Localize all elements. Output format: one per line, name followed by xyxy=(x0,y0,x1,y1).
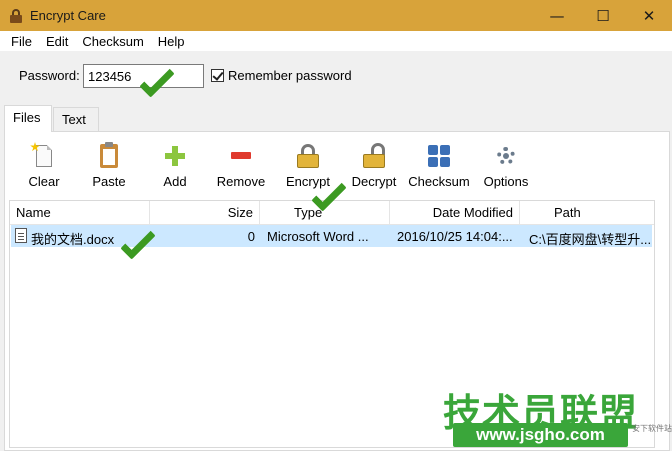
file-path: C:\百度网盘\转型升... xyxy=(529,232,651,247)
options-label: Options xyxy=(483,174,529,189)
unlock-icon xyxy=(360,142,388,170)
file-date-modified: 2016/10/25 14:04:... xyxy=(397,229,513,244)
remove-label: Remove xyxy=(216,174,266,189)
file-size: 0 xyxy=(247,229,255,244)
menu-help[interactable]: Help xyxy=(151,34,192,49)
password-label: Password: xyxy=(19,68,80,83)
column-name[interactable]: Name xyxy=(10,201,150,225)
menu-bar: File Edit Checksum Help xyxy=(0,31,672,51)
remember-password-option[interactable]: Remember password xyxy=(211,68,352,83)
calculator-icon xyxy=(425,142,453,170)
remember-password-label: Remember password xyxy=(228,68,352,83)
clear-button[interactable]: Clear xyxy=(9,142,79,189)
checksum-label: Checksum xyxy=(408,174,470,189)
paste-button[interactable]: Paste xyxy=(74,142,144,189)
checksum-button[interactable]: Checksum xyxy=(404,142,474,189)
title-bar: Encrypt Care — ☐ ✕ xyxy=(0,0,672,31)
window-title: Encrypt Care xyxy=(30,8,106,23)
remember-password-checkbox[interactable] xyxy=(211,69,224,82)
tab-files[interactable]: Files xyxy=(4,105,52,132)
table-row[interactable]: 我的文档.docx 0 Microsoft Word ... 2016/10/2… xyxy=(11,225,652,247)
add-label: Add xyxy=(163,174,187,189)
decrypt-button[interactable]: Decrypt xyxy=(339,142,409,189)
watermark-small-text: 安下软件站 xyxy=(632,424,672,433)
padlock-app-icon xyxy=(10,8,22,23)
column-date-modified[interactable]: Date Modified xyxy=(390,201,520,225)
maximize-button[interactable]: ☐ xyxy=(580,0,626,31)
clear-label: Clear xyxy=(28,174,60,189)
file-type: Microsoft Word ... xyxy=(267,229,369,244)
remove-icon xyxy=(227,142,255,170)
column-path[interactable]: Path xyxy=(520,201,654,225)
menu-checksum[interactable]: Checksum xyxy=(75,34,150,49)
add-button[interactable]: Add xyxy=(140,142,210,189)
lock-icon xyxy=(294,142,322,170)
menu-edit[interactable]: Edit xyxy=(39,34,75,49)
decrypt-label: Decrypt xyxy=(351,174,397,189)
minimize-button[interactable]: — xyxy=(534,0,580,31)
tab-text[interactable]: Text xyxy=(53,107,99,131)
password-row: Password: Remember password xyxy=(0,51,672,103)
paste-icon xyxy=(95,142,123,170)
watermark-url: www.jsgho.com xyxy=(453,423,628,447)
add-icon xyxy=(161,142,189,170)
close-button[interactable]: ✕ xyxy=(626,0,672,31)
remove-button[interactable]: Remove xyxy=(206,142,276,189)
column-size[interactable]: Size xyxy=(150,201,260,225)
gear-icon xyxy=(492,142,520,170)
menu-file[interactable]: File xyxy=(4,34,39,49)
paste-label: Paste xyxy=(92,174,126,189)
clear-icon xyxy=(30,142,58,170)
file-list-header: Name Size Type Date Modified Path xyxy=(10,201,654,225)
options-button[interactable]: Options xyxy=(471,142,541,189)
